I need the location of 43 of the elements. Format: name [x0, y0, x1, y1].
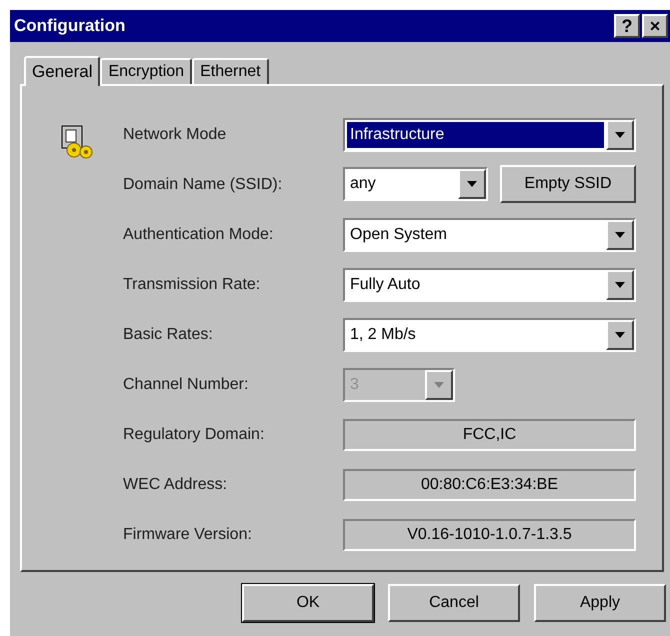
dropdown-arrow-button[interactable] — [606, 270, 634, 300]
readonly-field: 00:80:C6:E3:34:BE — [343, 469, 636, 501]
caret-icon — [467, 181, 477, 187]
tab[interactable]: General — [24, 56, 100, 86]
dropdown-field[interactable]: 1, 2 Mb/s — [343, 318, 636, 352]
field-label: Transmission Rate: — [123, 275, 262, 295]
window-title: Configuration — [14, 15, 126, 38]
caret-icon — [615, 132, 625, 138]
readonly-field: FCC,IC — [343, 419, 636, 451]
field-value: Open System — [349, 225, 448, 245]
cancel-button[interactable]: Cancel — [388, 584, 520, 622]
caret-icon — [615, 232, 625, 238]
tab[interactable]: Encryption — [100, 58, 192, 84]
field-label: Authentication Mode: — [123, 225, 274, 245]
field-label: Regulatory Domain: — [123, 425, 266, 445]
empty-ssid-button[interactable]: Empty SSID — [500, 165, 636, 203]
field-label: Network Mode — [123, 125, 228, 145]
field-value: Fully Auto — [349, 275, 422, 295]
caret-icon — [615, 332, 625, 338]
dropdown-arrow-button[interactable] — [606, 220, 634, 250]
field-value: Infrastructure — [347, 122, 604, 148]
caret-icon — [434, 382, 444, 388]
caret-icon — [615, 282, 625, 288]
field-label: WEC Address: — [123, 475, 228, 495]
field-label: Basic Rates: — [123, 325, 214, 345]
apply-button[interactable]: Apply — [534, 584, 666, 622]
dropdown-arrow-button[interactable] — [458, 169, 486, 199]
dropdown-field[interactable]: any — [343, 167, 488, 201]
field-label: Channel Number: — [123, 375, 250, 395]
dropdown-field[interactable]: Fully Auto — [343, 268, 636, 302]
field-label: Firmware Version: — [123, 525, 253, 545]
field-value: any — [349, 174, 377, 194]
readonly-field: V0.16-1010-1.0.7-1.3.5 — [343, 519, 636, 551]
tab[interactable]: Ethernet — [192, 58, 269, 84]
dropdown-field[interactable]: Infrastructure — [343, 118, 636, 152]
field-value: 1, 2 Mb/s — [349, 325, 417, 345]
help-button[interactable]: ? — [614, 14, 640, 38]
dropdown-field[interactable]: Open System — [343, 218, 636, 252]
field-label: Domain Name (SSID): — [123, 175, 284, 195]
ok-button[interactable]: OK — [242, 584, 374, 622]
dropdown-arrow-button[interactable] — [606, 120, 634, 150]
dropdown-arrow-button[interactable] — [606, 320, 634, 350]
close-button[interactable]: × — [642, 14, 668, 38]
